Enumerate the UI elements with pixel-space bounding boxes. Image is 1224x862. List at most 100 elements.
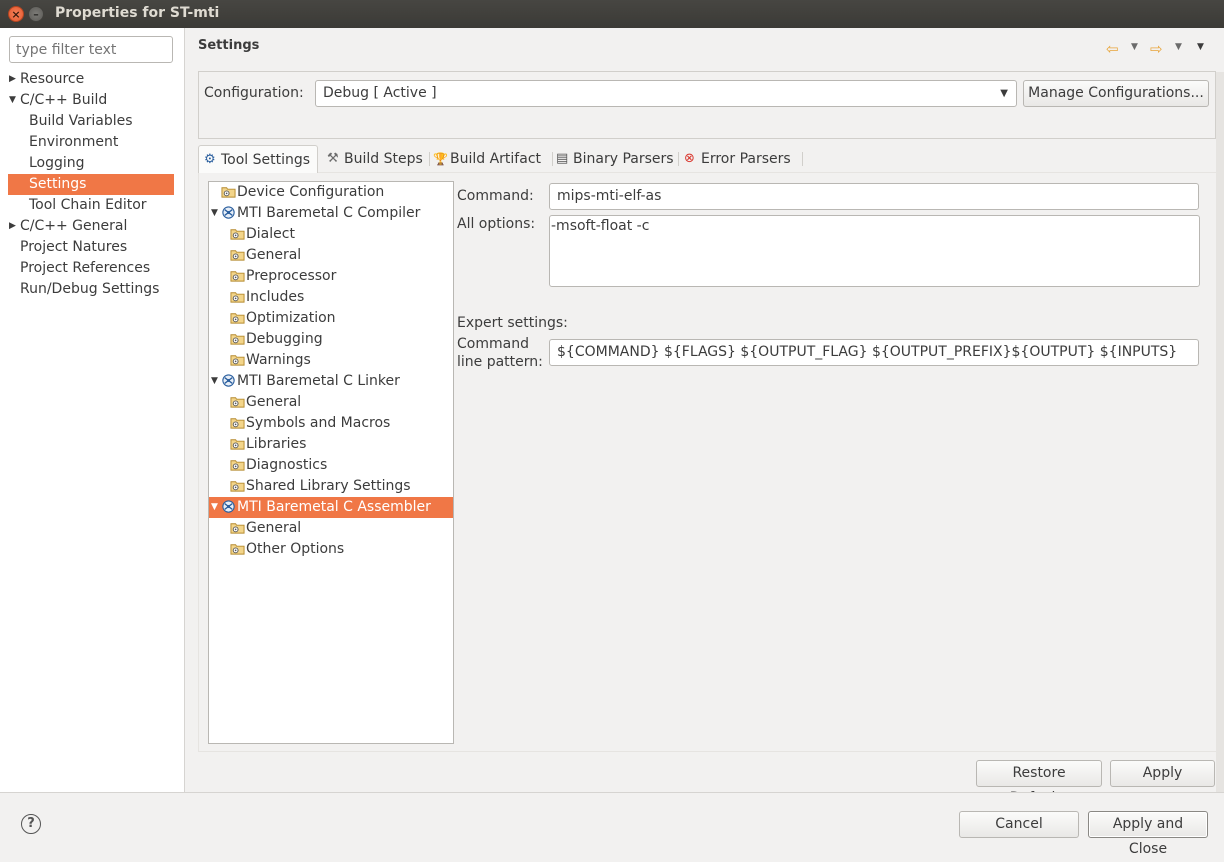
nav-item-label: Build Variables xyxy=(29,113,133,129)
tree-item-general[interactable]: General xyxy=(209,245,453,266)
nav-item-logging[interactable]: Logging xyxy=(0,153,184,174)
tree-item-other-options[interactable]: Other Options xyxy=(209,539,453,560)
tree-item-general[interactable]: General xyxy=(209,392,453,413)
configuration-group: Configuration: Debug [ Active ] ▼ Manage… xyxy=(198,71,1216,139)
nav-item-build-variables[interactable]: Build Variables xyxy=(0,111,184,132)
tab-label: Binary Parsers xyxy=(573,151,674,167)
tree-item-label: Other Options xyxy=(246,541,345,557)
forward-dropdown-icon[interactable]: ▼ xyxy=(1175,42,1182,52)
nav-item-label: Project References xyxy=(20,260,151,276)
folder-settings-icon xyxy=(230,394,245,409)
nav-tree: ▶ Resource ▼ C/C++ Build Build Variables Envi… xyxy=(0,69,184,300)
nav-item-label: Run/Debug Settings xyxy=(20,281,160,297)
nav-item-resource[interactable]: ▶ Resource xyxy=(0,69,184,90)
nav-item-project-references[interactable]: Project References xyxy=(0,258,184,279)
help-icon[interactable]: ? xyxy=(21,814,41,834)
tree-item-mti-baremetal-c-assembler[interactable]: ▼ MTI Baremetal C Assembler xyxy=(209,497,453,518)
view-menu-icon[interactable]: ▼ xyxy=(1197,42,1204,52)
tool-icon xyxy=(221,373,236,388)
tree-item-label: Warnings xyxy=(246,352,311,368)
dialog-footer: ? Cancel Apply and Close xyxy=(0,792,1224,857)
forward-arrow-icon[interactable]: ⇨ xyxy=(1150,40,1163,58)
tab-separator xyxy=(802,152,803,166)
tree-item-debugging[interactable]: Debugging xyxy=(209,329,453,350)
tool-icon xyxy=(221,205,236,220)
nav-item-project-natures[interactable]: Project Natures xyxy=(0,237,184,258)
command-input[interactable]: mips-mti-elf-as xyxy=(549,183,1199,210)
tree-item-diagnostics[interactable]: Diagnostics xyxy=(209,455,453,476)
tree-item-label: Diagnostics xyxy=(246,457,328,473)
tab-error-parsers[interactable]: ⊗ Error Parsers xyxy=(679,145,791,173)
tree-item-dialect[interactable]: Dialect xyxy=(209,224,453,245)
nav-item-label: Logging xyxy=(29,155,85,171)
build-artifact-icon: 🏆 xyxy=(433,152,448,166)
cancel-button[interactable]: Cancel xyxy=(959,811,1079,838)
tree-item-optimization[interactable]: Optimization xyxy=(209,308,453,329)
tab-binary-parsers[interactable]: ▤ Binary Parsers xyxy=(551,145,674,173)
tab-build-steps[interactable]: ⚒ Build Steps xyxy=(322,145,423,173)
back-arrow-icon[interactable]: ⇦ xyxy=(1106,40,1119,58)
tree-item-label: General xyxy=(246,520,302,536)
tab-build-artifact[interactable]: 🏆 Build Artifact xyxy=(428,145,541,173)
folder-settings-icon xyxy=(230,457,245,472)
tree-item-label: MTI Baremetal C Assembler xyxy=(237,499,431,515)
apply-and-close-button[interactable]: Apply and Close xyxy=(1088,811,1208,857)
folder-settings-icon xyxy=(230,541,245,556)
nav-item-tool-chain-editor[interactable]: Tool Chain Editor xyxy=(0,195,184,216)
folder-settings-icon xyxy=(230,352,245,367)
tree-item-label: MTI Baremetal C Linker xyxy=(237,373,400,389)
tab-label: Build Steps xyxy=(344,151,423,167)
nav-item-label: C/C++ Build xyxy=(20,92,108,108)
command-label: Command: xyxy=(457,188,534,204)
expand-arrow-icon[interactable]: ▼ xyxy=(211,371,218,392)
minimize-window-button[interactable]: – xyxy=(28,6,44,22)
title-bar: × – Properties for ST-mti xyxy=(0,0,1224,28)
tree-item-libraries[interactable]: Libraries xyxy=(209,434,453,455)
pattern-label-line1: Command xyxy=(457,336,529,352)
nav-item-settings[interactable]: Settings xyxy=(8,174,174,195)
tree-item-label: Optimization xyxy=(246,310,336,326)
nav-item-c-c-build[interactable]: ▼ C/C++ Build xyxy=(0,90,184,111)
nav-item-run-debug-settings[interactable]: Run/Debug Settings xyxy=(0,279,184,300)
tree-item-includes[interactable]: Includes xyxy=(209,287,453,308)
tree-item-mti-baremetal-c-compiler[interactable]: ▼ MTI Baremetal C Compiler xyxy=(209,203,453,224)
tree-item-shared-library-settings[interactable]: Shared Library Settings xyxy=(209,476,453,497)
nav-item-label: Project Natures xyxy=(20,239,128,255)
expand-arrow-icon[interactable]: ▼ xyxy=(9,90,16,111)
manage-configurations-button[interactable]: Manage Configurations... xyxy=(1023,80,1209,107)
collapse-arrow-icon[interactable]: ▶ xyxy=(9,216,16,237)
collapse-arrow-icon[interactable]: ▶ xyxy=(9,69,16,90)
tab-label: Error Parsers xyxy=(701,151,791,167)
nav-item-environment[interactable]: Environment xyxy=(0,132,184,153)
tab-tool-settings[interactable]: ⚙ Tool Settings xyxy=(198,145,318,173)
tab-label: Tool Settings xyxy=(221,152,311,168)
tree-item-general[interactable]: General xyxy=(209,518,453,539)
scrollbar[interactable] xyxy=(1216,72,1224,792)
back-dropdown-icon[interactable]: ▼ xyxy=(1131,42,1138,52)
nav-item-label: Tool Chain Editor xyxy=(29,197,147,213)
binary-parsers-icon: ▤ xyxy=(556,151,569,166)
tree-item-device-configuration[interactable]: Device Configuration xyxy=(209,182,453,203)
expert-settings-label: Expert settings: xyxy=(457,315,568,331)
expand-arrow-icon[interactable]: ▼ xyxy=(211,203,218,224)
tree-item-label: Preprocessor xyxy=(246,268,337,284)
restore-defaults-button[interactable]: Restore Defaults xyxy=(976,760,1102,806)
expand-arrow-icon[interactable]: ▼ xyxy=(211,497,218,518)
folder-settings-icon xyxy=(230,331,245,346)
tab-label: Build Artifact xyxy=(450,151,541,167)
apply-button[interactable]: Apply xyxy=(1110,760,1215,787)
filter-input[interactable] xyxy=(9,36,173,63)
nav-item-c-c-general[interactable]: ▶ C/C++ General xyxy=(0,216,184,237)
tree-item-preprocessor[interactable]: Preprocessor xyxy=(209,266,453,287)
tree-item-symbols-and-macros[interactable]: Symbols and Macros xyxy=(209,413,453,434)
tool-settings-icon: ⚙ xyxy=(204,152,216,167)
tree-item-mti-baremetal-c-linker[interactable]: ▼ MTI Baremetal C Linker xyxy=(209,371,453,392)
tool-settings-tree: Device Configuration ▼ MTI Baremetal C Com… xyxy=(208,181,454,744)
command-line-pattern-input[interactable]: ${COMMAND} ${FLAGS} ${OUTPUT_FLAG} ${OUT… xyxy=(549,339,1199,366)
all-options-textarea[interactable]: -msoft-float -c xyxy=(549,215,1200,287)
close-window-button[interactable]: × xyxy=(8,6,24,22)
tree-item-warnings[interactable]: Warnings xyxy=(209,350,453,371)
configuration-select[interactable]: Debug [ Active ] ▼ xyxy=(315,80,1017,107)
folder-settings-icon xyxy=(230,289,245,304)
folder-settings-icon xyxy=(230,478,245,493)
